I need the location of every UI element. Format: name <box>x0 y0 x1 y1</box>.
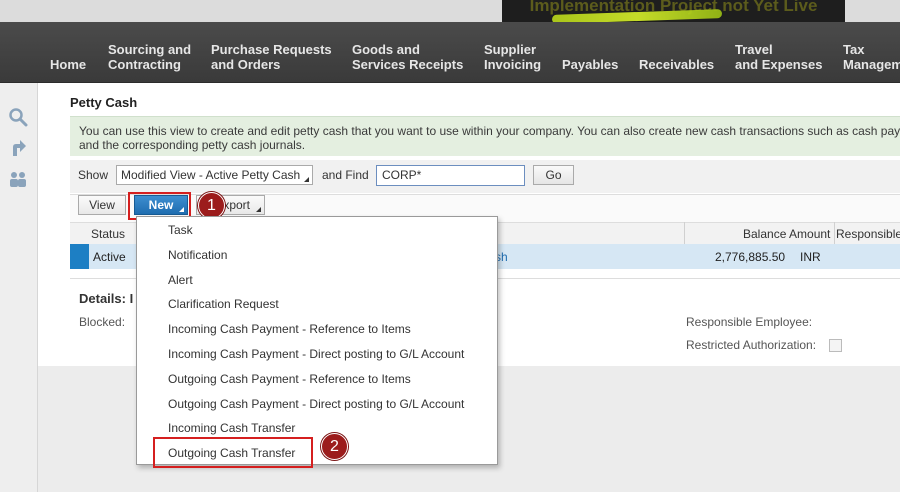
go-button[interactable]: Go <box>533 165 574 185</box>
restricted-authorization-label: Restricted Authorization: <box>686 338 817 352</box>
nav-sourcing-and-contracting[interactable]: Sourcing and Contracting <box>108 42 191 72</box>
row-selector[interactable] <box>70 244 89 269</box>
show-label: Show <box>78 168 109 182</box>
menu-item-task[interactable]: Task <box>168 223 193 237</box>
menu-item-alert[interactable]: Alert <box>168 273 193 287</box>
row-balance-amount: 2,776,885.50 <box>715 250 786 264</box>
menu-item-incoming-cash-transfer[interactable]: Incoming Cash Transfer <box>168 421 295 435</box>
menu-item-outgoing-payment-gl[interactable]: Outgoing Cash Payment - Direct posting t… <box>168 397 464 411</box>
menu-item-clarification-request[interactable]: Clarification Request <box>168 297 279 311</box>
find-input[interactable]: CORP* <box>376 165 525 186</box>
column-balance-amount[interactable]: Balance Amount <box>743 227 830 241</box>
dropdown-arrow-icon <box>256 207 261 212</box>
blocked-label: Blocked: <box>79 315 126 329</box>
view-select[interactable]: Modified View - Active Petty Cash <box>116 165 313 185</box>
column-divider <box>684 222 685 244</box>
page-title: Petty Cash <box>70 95 138 110</box>
column-responsible[interactable]: Responsible <box>836 227 900 241</box>
nav-payables[interactable]: Payables <box>562 57 618 72</box>
column-divider <box>834 222 835 244</box>
row-status: Active <box>93 250 126 264</box>
people-icon[interactable] <box>8 169 28 189</box>
step-marker-2: 2 <box>321 433 348 460</box>
new-dropdown-menu: Task Notification Alert Clarification Re… <box>136 216 498 465</box>
menu-item-notification[interactable]: Notification <box>168 248 227 262</box>
nav-tax-management[interactable]: TaxManagement <box>843 42 900 72</box>
details-title: Details: I <box>79 291 134 306</box>
menu-item-incoming-payment-gl[interactable]: Incoming Cash Payment - Direct posting t… <box>168 347 464 361</box>
search-icon[interactable] <box>8 107 28 127</box>
main-navigation: Home Sourcing and Contracting Purchase Re… <box>0 22 900 83</box>
left-sidebar <box>0 83 38 492</box>
row-currency: INR <box>800 250 821 264</box>
step-marker-1: 1 <box>198 192 225 219</box>
nav-travel-and-expenses[interactable]: Travel and Expenses <box>735 42 822 72</box>
menu-item-outgoing-payment-items[interactable]: Outgoing Cash Payment - Reference to Ite… <box>168 372 411 386</box>
nav-supplier-invoicing[interactable]: Supplier Invoicing <box>484 42 541 72</box>
responsible-employee-label: Responsible Employee: <box>686 315 813 329</box>
dropdown-arrow-icon <box>304 177 309 182</box>
info-message: You can use this view to create and edit… <box>70 116 900 156</box>
nav-receivables[interactable]: Receivables <box>639 57 714 72</box>
view-select-value: Modified View - Active Petty Cash <box>121 168 301 182</box>
menu-item-incoming-payment-items[interactable]: Incoming Cash Payment - Reference to Ite… <box>168 322 411 336</box>
nav-home[interactable]: Home <box>50 57 86 72</box>
restricted-authorization-checkbox[interactable] <box>829 339 842 352</box>
find-label: and Find <box>322 168 369 182</box>
nav-goods-services-receipts[interactable]: Goods and Services Receipts <box>352 42 463 72</box>
forward-arrow-icon[interactable] <box>8 138 28 158</box>
nav-purchase-requests[interactable]: Purchase Requests and Orders <box>211 42 332 72</box>
view-button[interactable]: View <box>78 195 126 215</box>
column-status[interactable]: Status <box>91 227 125 241</box>
outgoing-transfer-highlight <box>153 437 313 468</box>
